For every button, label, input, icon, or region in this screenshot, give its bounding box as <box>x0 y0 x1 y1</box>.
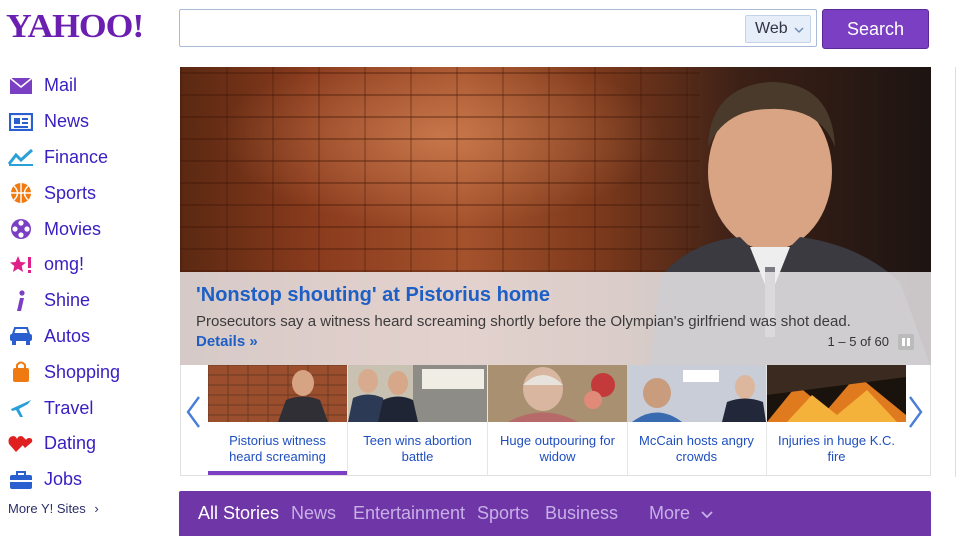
tab-more-label: More <box>649 503 691 523</box>
sidebar-item-label: Shopping <box>44 361 121 382</box>
thumbnail-caption: Pistorius witness heard screaming <box>229 433 326 464</box>
thumbnail-image <box>488 365 627 422</box>
chevron-down-icon <box>794 22 804 36</box>
search-scope-select[interactable]: Web <box>745 15 811 43</box>
movies-icon <box>8 218 34 240</box>
sidebar-item-shopping[interactable]: Shopping <box>0 354 170 390</box>
autos-icon <box>8 325 34 347</box>
pause-button[interactable] <box>898 334 914 350</box>
thumbnail-caption: Huge outpouring for widow <box>500 433 615 464</box>
thumbnail-caption: Teen wins abortion battle <box>363 433 472 464</box>
sidebar-item-mail[interactable]: Mail <box>0 68 170 104</box>
sidebar-item-omg[interactable]: omg! <box>0 247 170 283</box>
chevron-right-icon <box>909 396 923 428</box>
thumbnail-image <box>767 365 906 422</box>
sidebar-item-autos[interactable]: Autos <box>0 319 170 355</box>
hero-caption-panel: 'Nonstop shouting' at Pistorius home Pro… <box>180 272 931 365</box>
sidebar-item-finance[interactable]: Finance <box>0 140 170 176</box>
yahoo-logo[interactable]: YAHOO! <box>6 8 144 46</box>
story-carousel: Pistorius witness heard screaming Teen w… <box>180 365 931 476</box>
sidebar-item-label: Movies <box>44 218 102 239</box>
hero-description: Prosecutors say a witness heard screamin… <box>196 312 856 352</box>
sidebar-item-dating[interactable]: Dating <box>0 426 170 462</box>
chevron-right-icon: › <box>94 501 99 516</box>
tab-more[interactable]: More <box>649 503 713 524</box>
sidebar-item-label: Travel <box>44 397 94 418</box>
sidebar-item-shine[interactable]: Shine <box>0 283 170 319</box>
pause-icon <box>907 338 910 346</box>
carousel-item-5[interactable]: Injuries in huge K.C. fire <box>767 365 906 475</box>
more-sites-label: More Y! Sites <box>8 501 86 516</box>
thumbnail-caption: McCain hosts angry crowds <box>639 433 754 464</box>
sidebar-item-label: Sports <box>44 182 97 203</box>
tab-entertainment[interactable]: Entertainment <box>353 503 465 524</box>
sidebar-item-jobs[interactable]: Jobs <box>0 462 170 498</box>
jobs-icon <box>8 469 34 491</box>
more-sites-link[interactable]: More Y! Sites › <box>8 501 99 516</box>
pause-icon <box>902 338 905 346</box>
finance-icon <box>8 146 34 168</box>
shine-icon <box>8 290 34 312</box>
tab-news[interactable]: News <box>291 503 336 524</box>
carousel-item-2[interactable]: Teen wins abortion battle <box>348 365 487 475</box>
carousel-item-4[interactable]: McCain hosts angry crowds <box>627 365 766 475</box>
details-link[interactable]: Details » <box>196 333 258 350</box>
news-icon <box>8 111 34 133</box>
sidebar-item-label: Finance <box>44 146 109 167</box>
search-button[interactable]: Search <box>822 9 929 49</box>
sidebar-item-label: News <box>44 111 90 132</box>
carousel-item-3[interactable]: Huge outpouring for widow <box>488 365 627 475</box>
dating-icon <box>8 433 34 455</box>
sidebar: Mail News Finance Sports Movies omg! Shi… <box>0 68 170 498</box>
mail-icon <box>8 75 34 97</box>
hero-title[interactable]: 'Nonstop shouting' at Pistorius home <box>196 284 550 307</box>
sidebar-item-label: Dating <box>44 433 97 454</box>
tab-business[interactable]: Business <box>545 503 618 524</box>
sidebar-item-label: omg! <box>44 254 85 275</box>
carousel-prev-button[interactable] <box>185 395 201 438</box>
chevron-left-icon <box>186 396 200 428</box>
sports-icon <box>8 182 34 204</box>
sidebar-item-label: Shine <box>44 290 91 311</box>
thumbnail-image <box>627 365 766 422</box>
travel-icon <box>8 397 34 419</box>
hero-description-text: Prosecutors say a witness heard screamin… <box>196 313 851 330</box>
search-scope-label: Web <box>755 20 788 37</box>
hero-story[interactable]: 'Nonstop shouting' at Pistorius home Pro… <box>180 67 931 365</box>
thumbnail-image <box>208 365 347 422</box>
sidebar-item-movies[interactable]: Movies <box>0 211 170 247</box>
sidebar-item-label: Jobs <box>44 469 83 490</box>
thumbnail-image <box>348 365 487 422</box>
omg-icon <box>8 254 34 276</box>
shopping-icon <box>8 361 34 383</box>
search-input[interactable] <box>188 10 752 46</box>
stories-tab-bar: All Stories News Entertainment Sports Bu… <box>179 491 931 536</box>
carousel-item-1[interactable]: Pistorius witness heard screaming <box>208 365 347 475</box>
sidebar-item-label: Autos <box>44 325 91 346</box>
hero-image-background <box>180 67 700 272</box>
chevron-down-icon <box>701 511 713 519</box>
story-counter: 1 – 5 of 60 <box>827 334 889 349</box>
sidebar-item-travel[interactable]: Travel <box>0 390 170 426</box>
tab-sports[interactable]: Sports <box>477 503 529 524</box>
carousel-next-button[interactable] <box>908 395 924 438</box>
sidebar-item-news[interactable]: News <box>0 104 170 140</box>
sidebar-item-sports[interactable]: Sports <box>0 175 170 211</box>
search-box: Web <box>179 9 817 47</box>
right-column-edge <box>955 67 960 477</box>
sidebar-item-label: Mail <box>44 75 78 96</box>
tab-all-stories[interactable]: All Stories <box>198 503 279 524</box>
thumbnail-caption: Injuries in huge K.C. fire <box>777 433 896 464</box>
